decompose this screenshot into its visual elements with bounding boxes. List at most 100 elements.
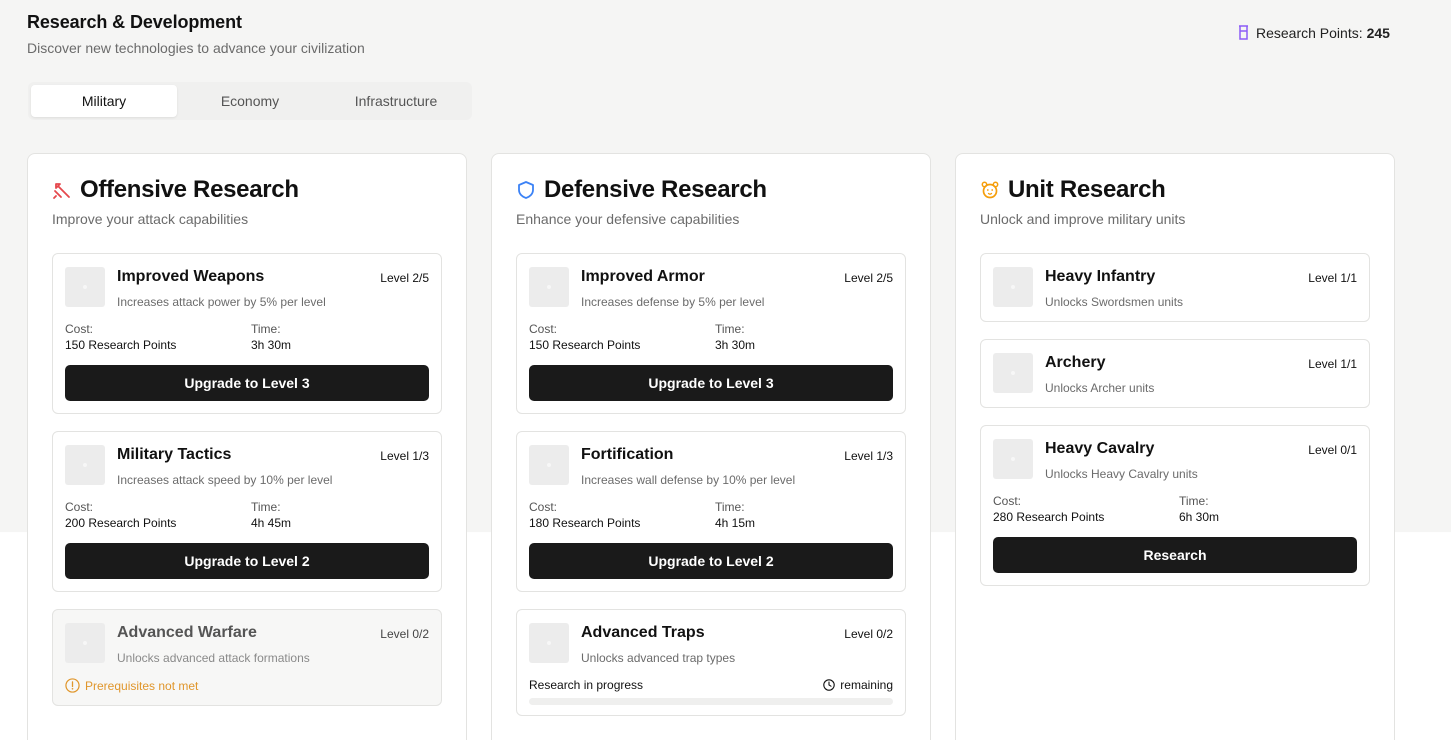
research-thumbnail	[993, 439, 1033, 479]
cost-value: 180 Research Points	[529, 516, 641, 530]
research-card: Fortification Increases wall defense by …	[516, 431, 906, 592]
panel-title: Unit Research	[1008, 176, 1166, 203]
time-value: 6h 30m	[1179, 510, 1220, 524]
research-level: Level 1/3	[380, 449, 429, 463]
cost-value: 150 Research Points	[65, 338, 177, 352]
research-title: Archery	[1045, 354, 1106, 371]
research-title: Advanced Warfare	[117, 624, 257, 641]
cost-label: Cost:	[993, 494, 1022, 508]
research-card: Archery Unlocks Archer units Level 1/1	[980, 339, 1370, 408]
research-points-value: 245	[1366, 25, 1390, 41]
tab-economy[interactable]: Economy	[177, 85, 323, 117]
research-level: Level 0/2	[380, 627, 429, 641]
research-card: Improved Weapons Increases attack power …	[52, 253, 442, 414]
progress-remaining: remaining	[823, 678, 893, 692]
research-title: Improved Armor	[581, 268, 705, 285]
cost-label: Cost:	[65, 322, 94, 336]
research-points-label: Research Points:	[1256, 25, 1363, 41]
research-level: Level 0/1	[1308, 443, 1357, 457]
warning-circle-icon	[65, 678, 80, 693]
unit-research-panel: Unit Research Unlock and improve militar…	[955, 153, 1395, 740]
panel-header: Unit Research	[980, 176, 1166, 204]
time-label: Time:	[251, 322, 281, 336]
tab-infrastructure[interactable]: Infrastructure	[323, 85, 469, 117]
prerequisites-warning: Prerequisites not met	[65, 678, 198, 693]
research-points-display: Research Points: 245	[1237, 25, 1390, 41]
upgrade-button[interactable]: Upgrade to Level 3	[529, 365, 893, 401]
research-card: Heavy Cavalry Unlocks Heavy Cavalry unit…	[980, 425, 1370, 586]
shield-icon	[518, 181, 534, 199]
time-label: Time:	[251, 500, 281, 514]
research-level: Level 2/5	[380, 271, 429, 285]
time-label: Time:	[715, 500, 745, 514]
research-card: Military Tactics Increases attack speed …	[52, 431, 442, 592]
paw-icon	[981, 181, 999, 199]
prerequisites-text: Prerequisites not met	[85, 678, 199, 693]
research-thumbnail	[65, 623, 105, 663]
research-description: Unlocks Swordsmen units	[1045, 295, 1184, 309]
tab-bar: Military Economy Infrastructure	[28, 82, 472, 120]
cost-label: Cost:	[65, 500, 94, 514]
research-cost: Cost: 150 Research Points	[65, 322, 176, 352]
panel-subtitle: Improve your attack capabilities	[52, 211, 249, 227]
panel-subtitle: Enhance your defensive capabilities	[516, 211, 740, 227]
offensive-research-panel: Offensive Research Improve your attack c…	[27, 153, 467, 740]
research-time: Time: 6h 30m	[1179, 494, 1219, 524]
research-thumbnail	[529, 267, 569, 307]
progress-bar	[529, 698, 893, 705]
research-time: Time: 4h 15m	[715, 500, 755, 530]
upgrade-button[interactable]: Upgrade to Level 3	[65, 365, 429, 401]
research-thumbnail	[529, 445, 569, 485]
research-description: Increases attack power by 5% per level	[117, 295, 326, 309]
upgrade-button[interactable]: Upgrade to Level 2	[65, 543, 429, 579]
beaker-icon	[1239, 25, 1248, 40]
panel-subtitle: Unlock and improve military units	[980, 211, 1186, 227]
upgrade-button[interactable]: Upgrade to Level 2	[529, 543, 893, 579]
research-title: Military Tactics	[117, 446, 232, 463]
research-description: Increases defense by 5% per level	[581, 295, 765, 309]
research-time: Time: 3h 30m	[251, 322, 291, 352]
research-cost: Cost: 180 Research Points	[529, 500, 640, 530]
cost-label: Cost:	[529, 500, 558, 514]
research-cost: Cost: 280 Research Points	[993, 494, 1104, 524]
tab-military[interactable]: Military	[31, 85, 177, 117]
research-title: Fortification	[581, 446, 674, 463]
page-header: Research & Development Discover new tech…	[27, 12, 365, 56]
cost-label: Cost:	[529, 322, 558, 336]
research-cost: Cost: 200 Research Points	[65, 500, 176, 530]
research-thumbnail	[993, 353, 1033, 393]
research-time: Time: 4h 45m	[251, 500, 291, 530]
time-value: 3h 30m	[251, 338, 292, 352]
research-button[interactable]: Research	[993, 537, 1357, 573]
research-description: Increases attack speed by 10% per level	[117, 473, 333, 487]
research-title: Advanced Traps	[581, 624, 705, 641]
research-level: Level 2/5	[844, 271, 893, 285]
clock-icon	[823, 679, 836, 691]
research-title: Heavy Infantry	[1045, 268, 1156, 285]
time-label: Time:	[1179, 494, 1209, 508]
research-card: Improved Armor Increases defense by 5% p…	[516, 253, 906, 414]
research-level: Level 1/1	[1308, 271, 1357, 285]
progress-label: Research in progress	[529, 678, 644, 692]
panel-title: Defensive Research	[544, 176, 767, 203]
research-description: Unlocks Heavy Cavalry units	[1045, 467, 1198, 481]
research-card-locked: Advanced Warfare Unlocks advanced attack…	[52, 609, 442, 706]
research-thumbnail	[993, 267, 1033, 307]
page-subtitle: Discover new technologies to advance you…	[27, 40, 365, 56]
research-description: Unlocks advanced trap types	[581, 651, 736, 665]
time-label: Time:	[715, 322, 745, 336]
research-description: Unlocks advanced attack formations	[117, 651, 310, 665]
research-card: Heavy Infantry Unlocks Swordsmen units L…	[980, 253, 1370, 322]
research-description: Increases wall defense by 10% per level	[581, 473, 796, 487]
research-level: Level 1/1	[1308, 357, 1357, 371]
time-value: 3h 30m	[715, 338, 756, 352]
research-thumbnail	[65, 267, 105, 307]
cost-value: 200 Research Points	[65, 516, 177, 530]
sword-icon	[53, 183, 70, 199]
research-time: Time: 3h 30m	[715, 322, 755, 352]
research-card-in-progress: Advanced Traps Unlocks advanced trap typ…	[516, 609, 906, 716]
research-level: Level 0/2	[844, 627, 893, 641]
cost-value: 150 Research Points	[529, 338, 641, 352]
research-title: Improved Weapons	[117, 268, 265, 285]
research-thumbnail	[65, 445, 105, 485]
